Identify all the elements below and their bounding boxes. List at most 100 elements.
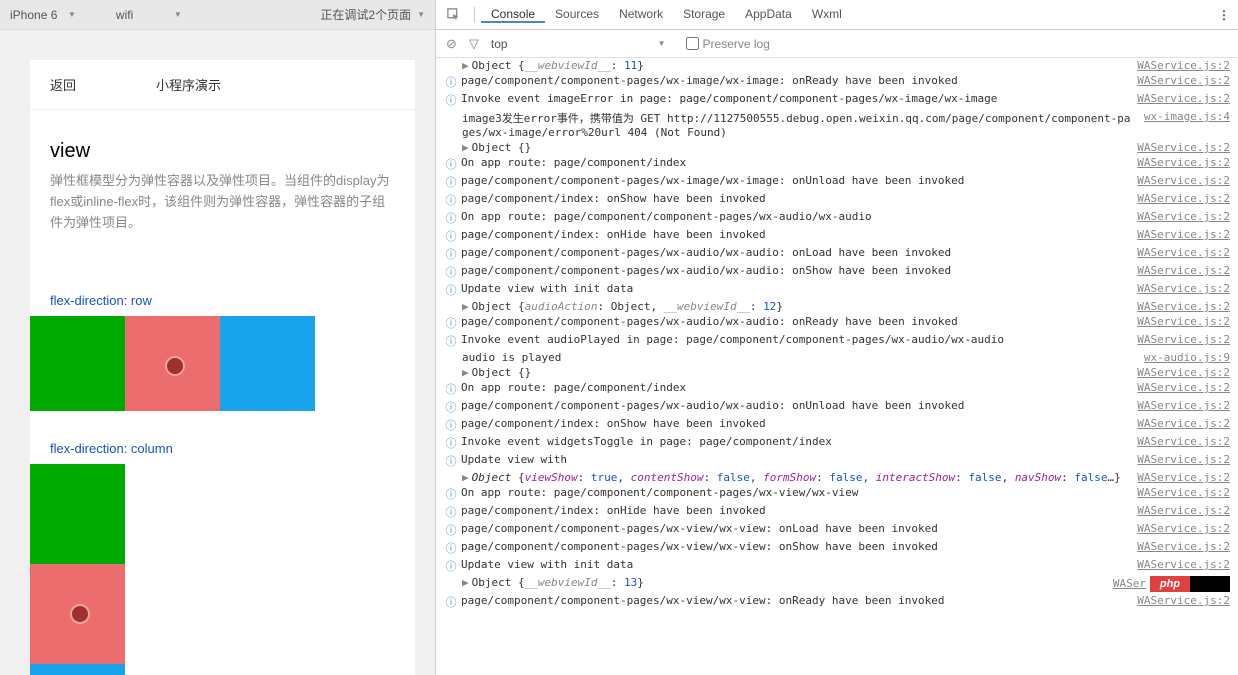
log-source-link[interactable]: WAService.js:2 xyxy=(1137,381,1230,397)
log-source-link[interactable]: WAService.js:2 xyxy=(1137,192,1230,208)
console-log-row[interactable]: ⓘpage/component/component-pages/wx-view/… xyxy=(436,539,1238,557)
info-icon: ⓘ xyxy=(444,192,458,208)
log-source-link[interactable]: WAService.js:2 xyxy=(1137,522,1230,538)
view-heading: view xyxy=(50,140,395,163)
console-log-row[interactable]: ⓘpage/component/component-pages/wx-view/… xyxy=(436,521,1238,539)
log-source-link[interactable]: WAService.js:2 xyxy=(1137,92,1230,108)
log-source-link[interactable]: WAService.js:2 xyxy=(1137,210,1230,226)
console-log-row[interactable]: ▶Object {__webviewId__: 11}WAService.js:… xyxy=(454,58,1238,73)
separator xyxy=(474,7,475,23)
log-source-link[interactable]: WAService.js:2 xyxy=(1137,504,1230,520)
log-source-link[interactable]: WAService.js:2 xyxy=(1137,282,1230,298)
console-log-row[interactable]: ⓘInvoke event audioPlayed in page: page/… xyxy=(436,332,1238,350)
log-source-link[interactable]: WAService.js:2 xyxy=(1137,540,1230,556)
log-source-link[interactable]: wx-image.js:4 xyxy=(1144,110,1230,139)
clear-console-icon[interactable]: ⊘ xyxy=(446,36,457,52)
context-selector[interactable]: top xyxy=(491,37,508,51)
tab-storage[interactable]: Storage xyxy=(673,7,735,21)
log-source-link[interactable]: WAService.js:2 xyxy=(1137,228,1230,244)
console-log-row[interactable]: ⓘUpdate view with init dataWAService.js:… xyxy=(436,281,1238,299)
console-log-row[interactable]: ⓘOn app route: page/component/component-… xyxy=(436,485,1238,503)
tab-wxml[interactable]: Wxml xyxy=(802,7,852,21)
phone-preview: 返回 小程序演示 view 弹性框模型分为弹性容器以及弹性项目。当组件的disp… xyxy=(30,60,415,675)
log-source-link[interactable]: WASerphp xyxy=(1113,576,1230,592)
console-log-row[interactable]: ⓘpage/component/component-pages/wx-audio… xyxy=(436,263,1238,281)
console-log-row[interactable]: ⓘpage/component/index: onHide have been … xyxy=(436,503,1238,521)
log-source-link[interactable]: WAService.js:2 xyxy=(1137,417,1230,433)
log-source-link[interactable]: WAService.js:2 xyxy=(1137,435,1230,451)
network-label: wifi xyxy=(116,8,166,22)
devtools-tabbar: ConsoleSourcesNetworkStorageAppDataWxml … xyxy=(436,0,1238,30)
log-message: Invoke event imageError in page: page/co… xyxy=(461,92,1129,108)
console-log-row[interactable]: ⓘUpdate view withWAService.js:2 xyxy=(436,452,1238,470)
app-navbar: 返回 小程序演示 xyxy=(30,60,415,110)
demo-box-blue xyxy=(30,664,125,675)
log-source-link[interactable]: WAService.js:2 xyxy=(1137,174,1230,190)
console-log-row[interactable]: ▶Object {}WAService.js:2 xyxy=(454,140,1238,155)
log-message: Invoke event audioPlayed in page: page/c… xyxy=(461,333,1129,349)
console-log-row[interactable]: ⓘInvoke event imageError in page: page/c… xyxy=(436,91,1238,109)
log-message: On app route: page/component/component-p… xyxy=(461,210,1129,226)
console-log-row[interactable]: ⓘOn app route: page/component/indexWASer… xyxy=(436,155,1238,173)
console-log-row[interactable]: ▶Object {__webviewId__: 13}WASerphp xyxy=(454,575,1238,593)
log-source-link[interactable]: WAService.js:2 xyxy=(1137,453,1230,469)
console-log-row[interactable]: ▶Object {audioAction: Object, __webviewI… xyxy=(454,299,1238,314)
more-menu-icon[interactable]: ⋮ xyxy=(1218,8,1230,22)
console-log-row[interactable]: audio is playedwx-audio.js:9 xyxy=(454,350,1238,365)
tab-console[interactable]: Console xyxy=(481,7,545,23)
log-source-link[interactable]: WAService.js:2 xyxy=(1137,594,1230,610)
log-source-link[interactable]: WAService.js:2 xyxy=(1137,59,1230,72)
log-source-link[interactable]: WAService.js:2 xyxy=(1137,264,1230,280)
filter-icon[interactable]: ▽ xyxy=(469,36,479,52)
console-log-row[interactable]: ⓘOn app route: page/component/component-… xyxy=(436,209,1238,227)
console-log-row[interactable]: ⓘpage/component/component-pages/wx-audio… xyxy=(436,314,1238,332)
log-message: page/component/index: onShow have been i… xyxy=(461,417,1129,433)
console-log-row[interactable]: image3发生error事件，携带值为 GET http://11275005… xyxy=(454,109,1238,140)
log-source-link[interactable]: wx-audio.js:9 xyxy=(1144,351,1230,364)
console-log-row[interactable]: ⓘpage/component/component-pages/wx-image… xyxy=(436,173,1238,191)
console-log-row[interactable]: ⓘpage/component/index: onShow have been … xyxy=(436,191,1238,209)
page-title: 小程序演示 xyxy=(156,75,221,94)
console-log-row[interactable]: ▶Object {}WAService.js:2 xyxy=(454,365,1238,380)
log-source-link[interactable]: WAService.js:2 xyxy=(1137,399,1230,415)
log-source-link[interactable]: WAService.js:2 xyxy=(1137,74,1230,90)
console-log-row[interactable]: ▶Object {viewShow: true, contentShow: fa… xyxy=(454,470,1238,485)
console-output[interactable]: ▶Object {__webviewId__: 11}WAService.js:… xyxy=(436,58,1238,675)
log-source-link[interactable]: WAService.js:2 xyxy=(1137,558,1230,574)
console-log-row[interactable]: ⓘpage/component/component-pages/wx-image… xyxy=(436,73,1238,91)
tab-appdata[interactable]: AppData xyxy=(735,7,802,21)
console-log-row[interactable]: ⓘpage/component/component-pages/wx-view/… xyxy=(436,593,1238,611)
device-label: iPhone 6 xyxy=(10,8,60,22)
log-source-link[interactable]: WAService.js:2 xyxy=(1137,471,1230,484)
tab-sources[interactable]: Sources xyxy=(545,7,609,21)
console-log-row[interactable]: ⓘpage/component/index: onShow have been … xyxy=(436,416,1238,434)
debug-status-dropdown[interactable]: 正在调试2个页面 ▼ xyxy=(320,6,425,23)
console-log-row[interactable]: ⓘUpdate view with init dataWAService.js:… xyxy=(436,557,1238,575)
back-button[interactable]: 返回 xyxy=(50,75,76,94)
log-source-link[interactable]: WAService.js:2 xyxy=(1137,366,1230,379)
tab-network[interactable]: Network xyxy=(609,7,673,21)
inspect-element-icon[interactable] xyxy=(444,5,464,25)
network-dropdown[interactable]: wifi ▼ xyxy=(116,8,182,22)
log-source-link[interactable]: WAService.js:2 xyxy=(1137,333,1230,349)
device-dropdown[interactable]: iPhone 6 ▼ xyxy=(10,8,76,22)
console-log-row[interactable]: ⓘpage/component/index: onHide have been … xyxy=(436,227,1238,245)
log-source-link[interactable]: WAService.js:2 xyxy=(1137,141,1230,154)
preserve-checkbox[interactable] xyxy=(686,37,699,50)
log-source-link[interactable]: WAService.js:2 xyxy=(1137,156,1230,172)
console-log-row[interactable]: ⓘInvoke event widgetsToggle in page: pag… xyxy=(436,434,1238,452)
info-icon: ⓘ xyxy=(444,228,458,244)
log-message: On app route: page/component/component-p… xyxy=(461,486,1129,502)
preserve-log-checkbox[interactable]: Preserve log xyxy=(686,37,770,51)
flex-row-demo xyxy=(30,316,415,411)
debug-label: 正在调试2个页面 xyxy=(320,6,411,23)
console-log-row[interactable]: ⓘpage/component/component-pages/wx-audio… xyxy=(436,245,1238,263)
log-message: On app route: page/component/index xyxy=(461,156,1129,172)
log-source-link[interactable]: WAService.js:2 xyxy=(1137,486,1230,502)
info-icon: ⓘ xyxy=(444,315,458,331)
console-log-row[interactable]: ⓘOn app route: page/component/indexWASer… xyxy=(436,380,1238,398)
console-log-row[interactable]: ⓘpage/component/component-pages/wx-audio… xyxy=(436,398,1238,416)
log-source-link[interactable]: WAService.js:2 xyxy=(1137,315,1230,331)
log-source-link[interactable]: WAService.js:2 xyxy=(1137,300,1230,313)
log-source-link[interactable]: WAService.js:2 xyxy=(1137,246,1230,262)
